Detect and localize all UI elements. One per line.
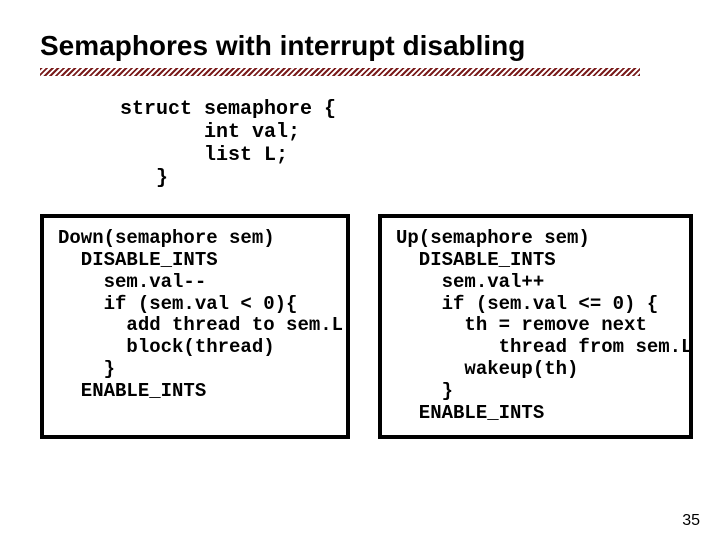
page-number: 35 [682, 512, 700, 530]
title-underline [40, 68, 640, 76]
struct-code: struct semaphore { int val; list L; } [120, 98, 680, 190]
code-columns: Down(semaphore sem) DISABLE_INTS sem.val… [40, 214, 680, 439]
slide-title: Semaphores with interrupt disabling [40, 30, 680, 62]
down-code-box: Down(semaphore sem) DISABLE_INTS sem.val… [40, 214, 350, 439]
up-code-box: Up(semaphore sem) DISABLE_INTS sem.val++… [378, 214, 693, 439]
slide: Semaphores with interrupt disabling stru… [0, 0, 720, 540]
